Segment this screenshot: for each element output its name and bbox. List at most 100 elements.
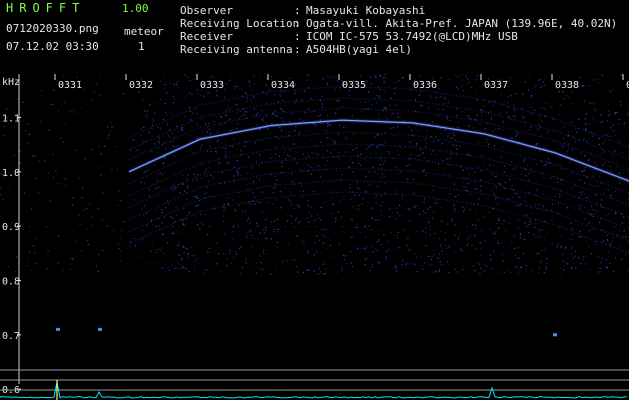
noise-dot: [322, 78, 325, 80]
noise-dot: [285, 260, 288, 262]
noise-dot: [416, 231, 418, 233]
noise-dot: [405, 264, 407, 266]
noise-dot: [436, 199, 438, 201]
noise-dot: [536, 189, 538, 191]
noise-dot: [228, 252, 230, 254]
noise-dot: [594, 109, 596, 111]
noise-dot: [491, 268, 493, 270]
noise-dot: [26, 123, 29, 125]
noise-dot: [393, 126, 395, 129]
noise-dot: [388, 207, 391, 210]
noise-dot: [247, 217, 250, 219]
noise-dot: [599, 267, 601, 269]
noise-dot: [580, 194, 582, 196]
noise-dot: [100, 153, 102, 155]
noise-dot: [513, 236, 515, 238]
noise-dot: [524, 238, 526, 240]
noise-dot: [620, 104, 622, 106]
noise-dot: [600, 199, 602, 201]
noise-dot: [352, 162, 354, 164]
y-tick-label: 0.8: [2, 276, 20, 287]
noise-dot: [171, 140, 173, 142]
noise-dot: [546, 262, 548, 264]
noise-dot: [176, 145, 179, 147]
noise-dot: [265, 226, 267, 228]
noise-dot: [250, 230, 252, 232]
noise-dot: [513, 108, 515, 110]
noise-dot: [471, 86, 473, 88]
noise-dot: [477, 166, 479, 168]
noise-dot: [346, 263, 348, 265]
noise-dot: [376, 134, 379, 137]
noise-dot: [239, 174, 241, 176]
noise-dot: [438, 269, 441, 271]
noise-dot: [150, 219, 152, 221]
noise-dot: [275, 146, 277, 148]
noise-dot: [201, 177, 203, 179]
noise-dot: [201, 118, 203, 120]
noise-dot: [450, 150, 452, 152]
noise-dot: [57, 182, 59, 185]
noise-dot: [430, 96, 432, 99]
noise-dot: [298, 133, 300, 135]
noise-dot: [224, 114, 226, 116]
noise-dot: [196, 197, 198, 199]
noise-dot: [175, 267, 177, 269]
noise-dot: [374, 75, 376, 77]
noise-dot: [542, 229, 544, 231]
noise-dot: [571, 233, 573, 235]
noise-dot: [504, 187, 506, 189]
noise-dot: [406, 262, 408, 264]
noise-dot: [551, 106, 553, 108]
noise-dot: [172, 217, 174, 219]
noise-dot: [438, 88, 440, 90]
noise-dot: [460, 86, 463, 88]
noise-dot: [155, 251, 157, 253]
noise-dot: [277, 101, 279, 103]
noise-dot: [335, 217, 337, 219]
noise-dot: [302, 271, 304, 273]
noise-dot: [283, 260, 285, 262]
noise-dot: [444, 130, 446, 132]
noise-dot: [57, 110, 59, 112]
noise-dot: [453, 183, 455, 185]
noise-dot: [490, 111, 492, 113]
noise-dot: [223, 207, 225, 209]
noise-dot: [199, 200, 201, 202]
noise-dot: [145, 115, 147, 118]
noise-dot: [351, 218, 353, 220]
noise-dot: [401, 195, 403, 197]
noise-dot: [245, 257, 247, 260]
noise-dot: [619, 245, 621, 247]
noise-dot: [585, 128, 587, 130]
noise-dot: [377, 147, 379, 149]
noise-dot: [530, 206, 532, 208]
noise-dot: [307, 153, 309, 155]
noise-dot: [601, 206, 603, 208]
noise-dot: [157, 147, 159, 149]
noise-dot: [212, 260, 214, 262]
noise-dot: [117, 244, 119, 246]
noise-dot: [447, 135, 449, 137]
noise-dot: [561, 234, 563, 236]
noise-dot: [232, 199, 234, 201]
noise-dot: [409, 263, 411, 265]
noise-dot: [156, 103, 158, 105]
noise-dot: [485, 138, 487, 140]
noise-dot: [596, 210, 598, 212]
noise-dot: [106, 126, 109, 128]
noise-dot: [378, 97, 380, 99]
noise-dot: [545, 163, 547, 166]
noise-dot: [111, 126, 113, 128]
noise-dot: [415, 144, 417, 146]
noise-dot: [230, 107, 232, 109]
noise-dot: [232, 231, 234, 233]
noise-dot: [322, 76, 324, 78]
noise-dot: [448, 79, 450, 81]
noise-dot: [82, 209, 84, 211]
noise-dot: [325, 228, 327, 230]
noise-dot: [598, 271, 600, 273]
noise-dot: [563, 269, 565, 271]
noise-dot: [526, 214, 528, 216]
noise-dot: [260, 261, 262, 264]
